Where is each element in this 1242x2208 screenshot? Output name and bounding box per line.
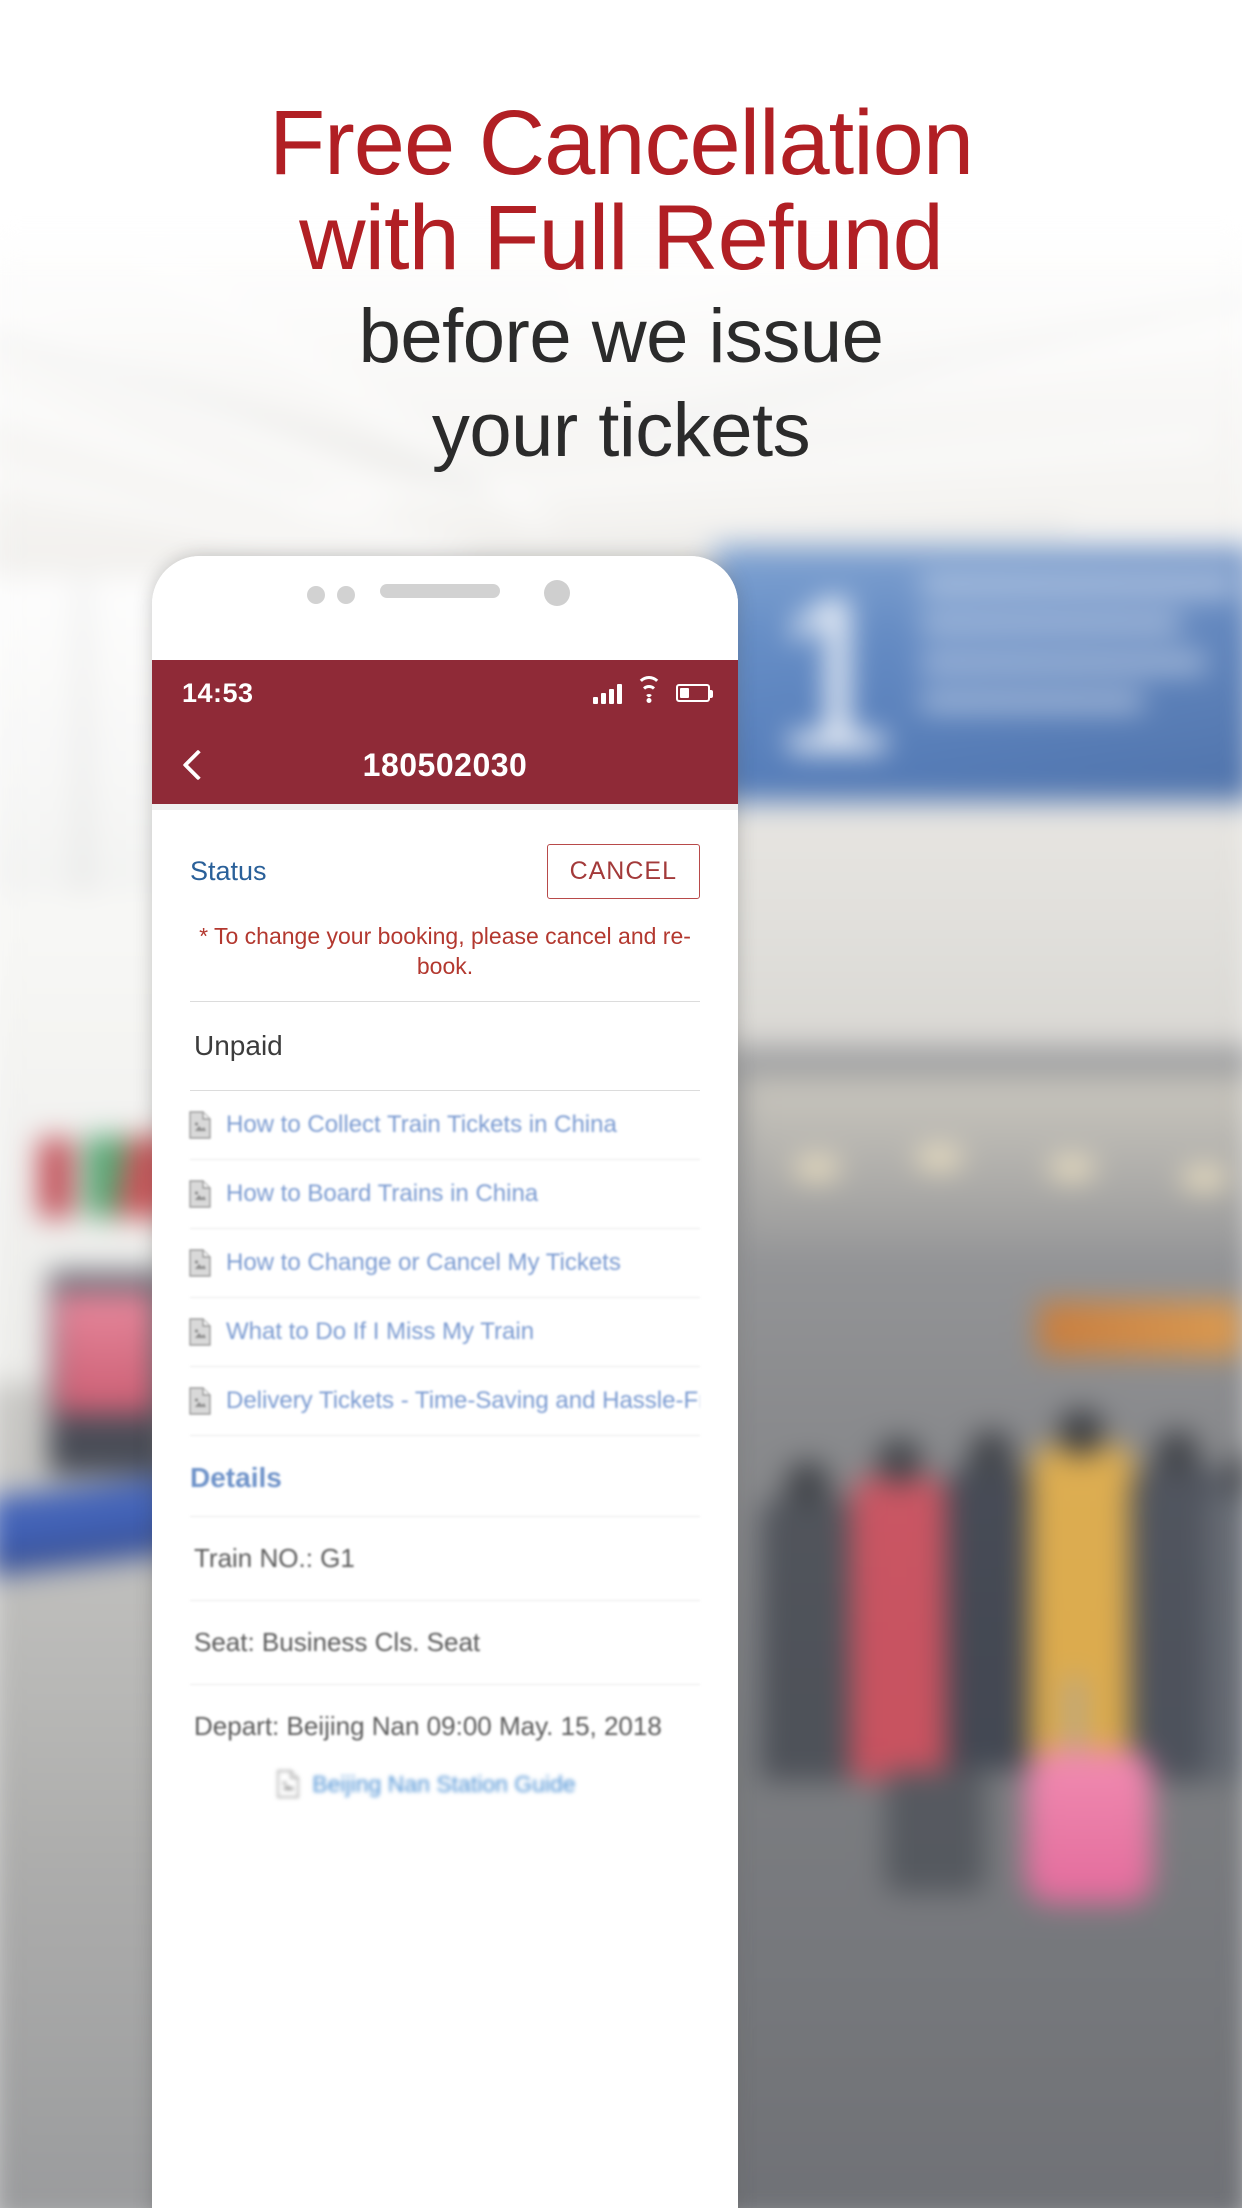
status-label: Status xyxy=(190,856,267,886)
booking-detail-content: Status CANCEL * To change your booking, … xyxy=(152,810,738,1808)
battery-low-icon xyxy=(676,684,713,702)
detail-departure: Depart: Beijing Nan 09:00 May. 15, 2018 xyxy=(194,1711,662,1741)
doc-link-row[interactable]: How to Change or Cancel My Tickets xyxy=(152,1229,738,1297)
status-bar-clock: 14:53 xyxy=(182,677,254,708)
doc-link-label: What to Do If I Miss My Train xyxy=(226,1318,535,1345)
pdf-document-icon xyxy=(188,1180,212,1208)
doc-link-row[interactable]: How to Board Trains in China xyxy=(152,1160,738,1228)
chevron-left-icon[interactable] xyxy=(176,743,220,787)
light-sensor-icon xyxy=(544,580,570,606)
pdf-document-icon xyxy=(188,1387,212,1415)
details-heading: Details xyxy=(190,1462,282,1493)
proximity-sensor-icon xyxy=(337,586,355,604)
promo-headline: Free Cancellation with Full Refund befor… xyxy=(0,96,1242,474)
status-bar: 14:53 xyxy=(152,660,738,726)
doc-link-row[interactable]: What to Do If I Miss My Train xyxy=(152,1298,738,1366)
pdf-document-icon xyxy=(188,1111,212,1139)
pdf-document-icon xyxy=(188,1318,212,1346)
wifi-icon xyxy=(635,676,663,704)
signal-bars-icon xyxy=(593,682,622,704)
detail-seat: Seat: Business Cls. Seat xyxy=(194,1627,481,1657)
pdf-document-icon xyxy=(276,1770,300,1798)
detail-train-number: Train NO.: G1 xyxy=(194,1543,355,1573)
earpiece-speaker xyxy=(380,584,500,598)
status-row: Status CANCEL xyxy=(152,810,738,899)
promo-screenshot: 1 Free Cancellation xyxy=(0,0,1242,2208)
cancel-button[interactable]: CANCEL xyxy=(546,844,700,899)
station-guide-row[interactable]: Beijing Nan Station Guide xyxy=(152,1768,738,1808)
front-camera-icon xyxy=(307,586,325,604)
doc-link-label: How to Collect Train Tickets in China xyxy=(226,1111,617,1138)
app-navigation-bar: 180502030 xyxy=(152,726,738,804)
station-guide-label: Beijing Nan Station Guide xyxy=(312,1770,576,1797)
phone-mockup: 14:53 180502030 Status CANCEL * To chang… xyxy=(152,556,738,2208)
pdf-document-icon xyxy=(188,1249,212,1277)
subheadline-line-2: your tickets xyxy=(431,388,811,473)
subheadline-line-1: before we issue xyxy=(358,294,884,379)
headline-line-1: Free Cancellation xyxy=(268,92,974,194)
doc-link-label: How to Change or Cancel My Tickets xyxy=(226,1249,621,1276)
phone-top-bezel xyxy=(152,556,738,660)
app-screen: 14:53 180502030 Status CANCEL * To chang… xyxy=(152,660,738,2208)
doc-link-label: How to Board Trains in China xyxy=(226,1180,539,1207)
doc-link-row[interactable]: How to Collect Train Tickets in China xyxy=(152,1091,738,1159)
doc-link-row[interactable]: Delivery Tickets - Time-Saving and Hassl… xyxy=(152,1367,738,1435)
headline-line-2: with Full Refund xyxy=(299,187,944,289)
doc-link-label: Delivery Tickets - Time-Saving and Hassl… xyxy=(226,1387,700,1414)
cancel-rebook-note: * To change your booking, please cancel … xyxy=(199,923,691,979)
page-title: 180502030 xyxy=(362,746,528,783)
status-value: Unpaid xyxy=(194,1030,283,1061)
